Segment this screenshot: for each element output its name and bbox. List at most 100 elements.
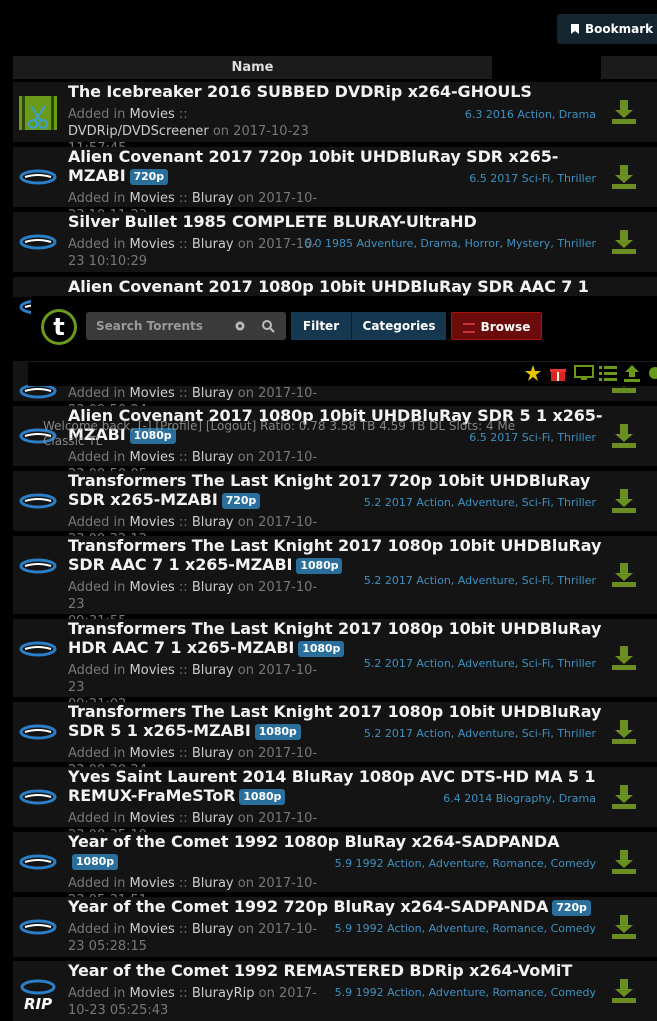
bluray-icon[interactable] [17, 775, 59, 817]
bluray-icon[interactable] [17, 155, 59, 197]
category-link[interactable]: Movies [130, 663, 175, 678]
table-row[interactable]: Transformers The Last Knight 2017 1080p … [13, 619, 657, 712]
subcategory-link[interactable]: Bluray [192, 515, 234, 530]
upload-icon[interactable] [623, 364, 641, 382]
torrent-title[interactable]: Alien Covenant 2017 1080p 10bit UHDBluRa… [68, 277, 589, 296]
table-row[interactable]: Yves Saint Laurent 2014 BluRay 1080p AVC… [13, 767, 657, 843]
genre-links[interactable]: Action, Adventure, Sci-Fi, Thriller [416, 574, 596, 587]
download-icon[interactable] [610, 977, 638, 1005]
download-icon[interactable] [610, 848, 638, 876]
bluray-icon[interactable] [17, 479, 59, 521]
column-header-name[interactable]: Name [13, 56, 492, 79]
bluray-icon[interactable] [17, 220, 59, 262]
download-icon[interactable] [610, 561, 638, 589]
torrent-title-link[interactable]: Year of the Comet 1992 720p BluRay x264-… [68, 897, 608, 916]
category-link[interactable]: Movies [130, 515, 175, 530]
table-row[interactable]: Silver Bullet 1985 COMPLETE BLURAY-Ultra… [13, 212, 657, 272]
genre-links[interactable]: Adventure, Drama, Horror, Mystery, Thril… [357, 237, 596, 250]
torrent-title-link[interactable]: Alien Covenant 2017 1080p 10bit UHDBluRa… [68, 277, 608, 296]
category-link[interactable]: Movies [130, 580, 175, 595]
subcategory-link[interactable]: DVDRip/DVDScreener [68, 124, 209, 139]
gear-icon[interactable] [233, 319, 247, 333]
download-icon[interactable] [610, 718, 638, 746]
subcategory-link[interactable]: Bluray [192, 746, 234, 761]
genre-links[interactable]: Action, Adventure, Romance, Comedy [387, 857, 596, 870]
subcategory-link[interactable]: Bluray [192, 450, 234, 465]
category-link[interactable]: Movies [130, 237, 175, 252]
torrent-title-link[interactable]: The Icebreaker 2016 SUBBED DVDRip x264-G… [68, 82, 608, 101]
download-icon[interactable] [610, 163, 638, 191]
download-icon[interactable] [610, 98, 638, 126]
table-row[interactable]: Transformers The Last Knight 2017 720p 1… [13, 471, 657, 547]
search-input[interactable]: Search Torrents [86, 312, 286, 340]
film-scissors-icon[interactable] [17, 92, 59, 134]
filter-button[interactable]: Filter [291, 312, 351, 340]
torrent-title-link[interactable]: Transformers The Last Knight 2017 1080p … [68, 536, 608, 574]
category-link[interactable]: Movies [130, 811, 175, 826]
genre-links[interactable]: Sci-Fi, Thriller [522, 431, 596, 444]
table-row[interactable]: Alien Covenant 2017 1080p 10bit UHDBluRa… [13, 277, 657, 315]
list-view-icon[interactable] [599, 365, 617, 381]
download-icon[interactable] [610, 487, 638, 515]
table-row[interactable]: The Icebreaker 2016 SUBBED DVDRip x264-G… [13, 82, 657, 156]
genre-links[interactable]: Action, Adventure, Sci-Fi, Thriller [416, 496, 596, 509]
torrent-title[interactable]: Year of the Comet 1992 REMASTERED BDRip … [68, 961, 572, 980]
table-row[interactable]: Transformers The Last Knight 2017 1080p … [13, 536, 657, 629]
torrent-title[interactable]: The Icebreaker 2016 SUBBED DVDRip x264-G… [68, 82, 532, 101]
categories-button[interactable]: Categories [351, 312, 446, 340]
subcategory-link[interactable]: BlurayRip [192, 986, 255, 1001]
genre-links[interactable]: Action, Adventure, Sci-Fi, Thriller [416, 657, 596, 670]
subcategory-link[interactable]: Bluray [192, 580, 234, 595]
star-icon[interactable] [524, 364, 542, 382]
torrent-title-link[interactable]: Transformers The Last Knight 2017 1080p … [68, 619, 608, 657]
torrent-title-link[interactable]: Silver Bullet 1985 COMPLETE BLURAY-Ultra… [68, 212, 608, 231]
search-icon[interactable] [261, 319, 275, 333]
genre-links[interactable]: Biography, Drama [496, 792, 596, 805]
site-logo-icon[interactable]: t [40, 308, 78, 346]
table-row[interactable]: Year of the Comet 1992 720p BluRay x264-… [13, 897, 657, 957]
category-link[interactable]: Movies [130, 107, 175, 122]
subcategory-link[interactable]: Bluray [192, 237, 234, 252]
torrent-title[interactable]: Silver Bullet 1985 COMPLETE BLURAY-Ultra… [68, 212, 477, 231]
category-link[interactable]: Movies [130, 386, 175, 401]
browse-button[interactable]: Browse [451, 312, 542, 340]
subcategory-link[interactable]: Bluray [192, 663, 234, 678]
category-link[interactable]: Movies [130, 876, 175, 891]
download-icon[interactable] [610, 913, 638, 941]
table-row[interactable]: Alien Covenant 2017 720p 10bit UHDBluRay… [13, 147, 657, 223]
gift-icon[interactable] [549, 364, 567, 382]
genre-links[interactable]: Action, Adventure, Romance, Comedy [387, 986, 596, 999]
bluray-icon[interactable] [17, 905, 59, 947]
subcategory-link[interactable]: Bluray [192, 811, 234, 826]
genre-links[interactable]: Action, Adventure, Sci-Fi, Thriller [416, 727, 596, 740]
genre-links[interactable]: Sci-Fi, Thriller [522, 172, 596, 185]
download-icon[interactable] [610, 422, 638, 450]
category-link[interactable]: Movies [130, 746, 175, 761]
bluray-icon[interactable] [17, 627, 59, 669]
monitor-icon[interactable] [574, 365, 594, 381]
table-row[interactable]: RIP Year of the Comet 1992 REMASTERED BDR… [13, 961, 657, 1021]
table-row[interactable]: Transformers The Last Knight 2017 1080p … [13, 702, 657, 778]
bluray-icon[interactable] [17, 840, 59, 882]
torrent-title[interactable]: Year of the Comet 1992 1080p BluRay x264… [68, 832, 559, 851]
category-link[interactable]: Movies [130, 191, 175, 206]
subcategory-link[interactable]: Bluray [192, 386, 234, 401]
bluray-icon[interactable] [17, 710, 59, 752]
category-link[interactable]: Movies [130, 922, 175, 937]
category-link[interactable]: Movies [130, 450, 175, 465]
bluray-icon[interactable] [17, 544, 59, 586]
torrent-title-link[interactable]: Year of the Comet 1992 REMASTERED BDRip … [68, 961, 608, 980]
subcategory-link[interactable]: Bluray [192, 922, 234, 937]
torrent-title[interactable]: Year of the Comet 1992 720p BluRay x264-… [68, 897, 548, 916]
download-icon[interactable] [610, 783, 638, 811]
subcategory-link[interactable]: Bluray [192, 876, 234, 891]
subcategory-link[interactable]: Bluray [192, 191, 234, 206]
genre-links[interactable]: Action, Adventure, Romance, Comedy [387, 922, 596, 935]
more-icon[interactable] [647, 365, 657, 381]
category-link[interactable]: Movies [130, 986, 175, 1001]
download-icon[interactable] [610, 644, 638, 672]
genre-links[interactable]: Action, Drama [517, 108, 596, 121]
bookmark-button[interactable]: Bookmark [557, 14, 657, 44]
download-icon[interactable] [610, 228, 638, 256]
table-row[interactable]: Year of the Comet 1992 1080p BluRay x264… [13, 832, 657, 908]
